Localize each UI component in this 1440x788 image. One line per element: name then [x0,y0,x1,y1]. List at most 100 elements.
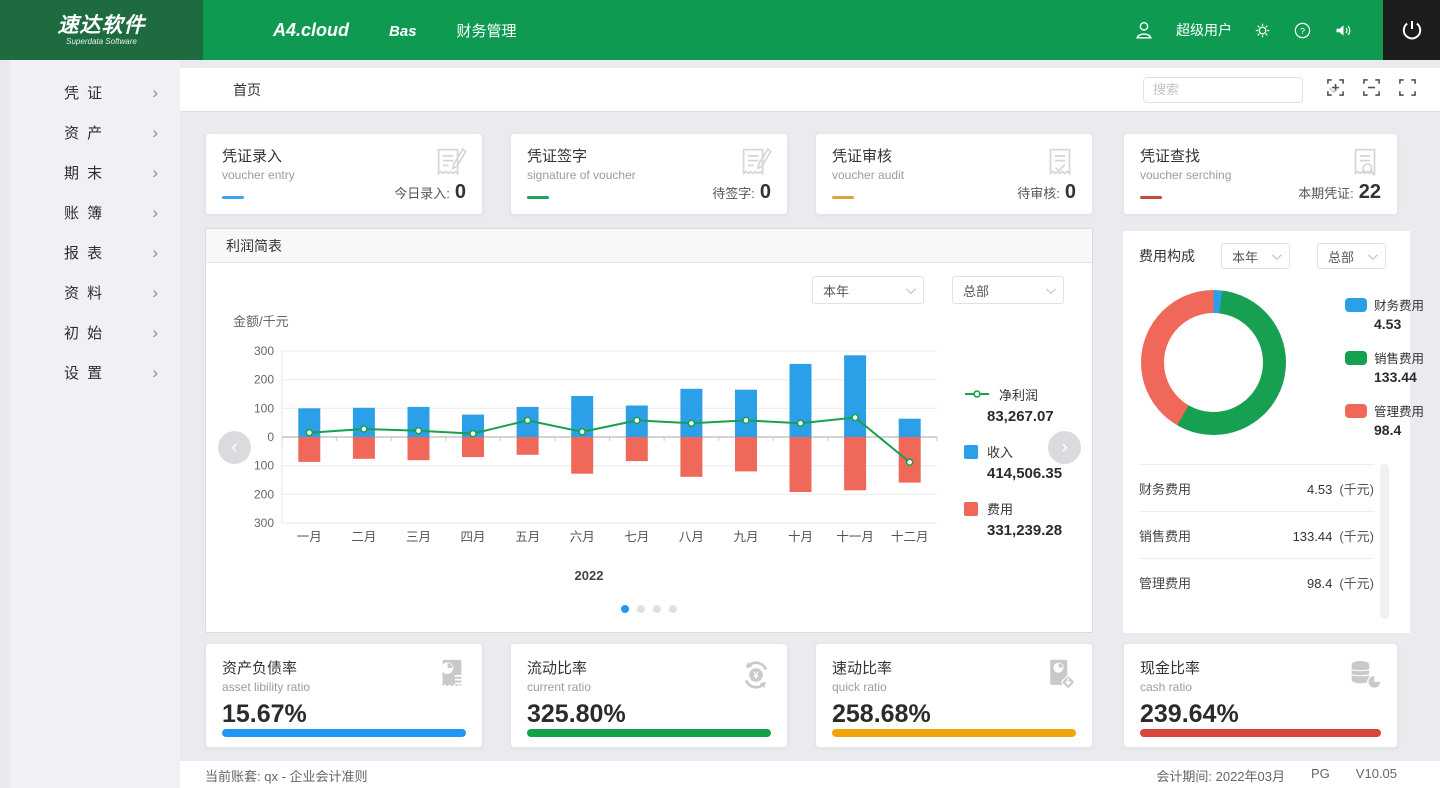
tabbar-tools [1143,77,1417,103]
profit-panel-title: 利润简表 [226,236,282,256]
pagination-dot[interactable] [653,605,661,613]
card-quick-ratio[interactable]: 速动比率 quick ratio 258.68% [815,643,1093,748]
sidebar-item-label: 账 簿 [64,202,104,223]
zoom-out-bracket-icon[interactable] [1362,78,1381,102]
expense-table: 财务费用4.53(千元) 销售费用133.44(千元) 管理费用98.4(千元) [1139,464,1374,605]
logo-subtitle: Superdata Software [66,37,137,46]
chart-pagination-dots[interactable] [206,605,1092,613]
search-input[interactable] [1153,82,1329,97]
period-select[interactable]: 本年 [812,276,924,304]
status-code: PG [1311,766,1330,785]
chevron-down-icon [1272,250,1282,260]
svg-text:三月: 三月 [406,530,431,544]
fullscreen-icon[interactable] [1398,78,1417,102]
table-row[interactable]: 销售费用133.44(千元) [1139,511,1374,558]
sidebar-item-settings[interactable]: 设 置› [10,352,180,392]
sidebar-item-assets[interactable]: 资 产› [10,112,180,152]
topbar-right: 超级用户 ? [1133,0,1440,60]
chevron-down-icon [1046,284,1056,294]
legend-expense: 费用 331,239.28 [964,499,1090,539]
scrollbar[interactable] [1380,464,1389,619]
profit-filters: 本年 总部 [812,276,1064,304]
chevron-right-icon: › [152,204,158,221]
chevron-down-icon [906,284,916,294]
sidebar-item-label: 初 始 [64,322,104,343]
sidebar-item-initial[interactable]: 初 始› [10,312,180,352]
nav-module-finance[interactable]: 财务管理 [457,20,517,41]
accent-dash [527,196,549,199]
nav-edition[interactable]: Bas [389,23,417,40]
chevron-right-icon: › [152,164,158,181]
search-box[interactable] [1143,77,1303,103]
expense-donut-chart [1141,290,1286,435]
org-select[interactable]: 总部 [952,276,1064,304]
settings-gear-icon[interactable] [1253,21,1272,40]
card-subtitle: voucher entry [222,168,466,182]
pagination-dot[interactable] [637,605,645,613]
tab-home[interactable]: 首页 [233,80,261,100]
legend-finance-expense: 财务费用 4.53 [1345,295,1435,332]
card-asset-liability-ratio[interactable]: 资产负债率 asset libility ratio 15.67% [205,643,483,748]
card-voucher-audit[interactable]: 凭证审核 voucher audit 待审核:0 [815,133,1093,215]
red-chip-icon [1345,404,1367,418]
card-title: 流动比率 [527,657,771,678]
expense-period-select[interactable]: 本年 [1221,243,1290,269]
sidebar-item-data[interactable]: 资 料› [10,272,180,312]
card-cash-ratio[interactable]: 现金比率 cash ratio 239.64% [1123,643,1398,748]
ratio-value: 325.80% [527,700,771,729]
ratio-value: 258.68% [832,700,1076,729]
next-page-button[interactable]: › [1048,431,1081,464]
card-title: 现金比率 [1140,657,1381,678]
ratio-value: 239.64% [1140,700,1381,729]
card-title: 凭证录入 [222,145,466,166]
svg-text:十一月: 十一月 [836,530,874,544]
legend-net-profit: 净利润 83,267.07 [964,385,1090,425]
document-pen-icon [736,145,774,186]
legend-admin-expense: 管理费用 98.4 [1345,401,1435,438]
card-voucher-entry[interactable]: 凭证录入 voucher entry 今日录入:0 [205,133,483,215]
expense-donut-wrap [1141,290,1286,435]
help-icon[interactable]: ? [1293,21,1312,40]
sidebar-item-account-books[interactable]: 账 簿 › [10,192,180,232]
sidebar-item-period-end[interactable]: 期 末› [10,152,180,192]
card-current-ratio[interactable]: 流动比率 current ratio 325.80% ¥ [510,643,788,748]
svg-text:二月: 二月 [351,530,376,544]
line-marker-icon [964,386,990,404]
card-voucher-signature[interactable]: 凭证签字 signature of voucher 待签字:0 [510,133,788,215]
logout-power-button[interactable] [1383,0,1440,60]
pagination-dot[interactable] [669,605,677,613]
progress-bar [1140,729,1381,737]
sidebar-item-label: 设 置 [64,362,104,383]
svg-text:十二月: 十二月 [891,530,929,544]
card-voucher-search[interactable]: 凭证查找 voucher serching 本期凭证:22 [1123,133,1398,215]
sound-icon[interactable] [1333,20,1354,41]
card-title: 资产负债率 [222,657,466,678]
document-check-icon [1041,145,1079,186]
progress-bar [527,729,771,737]
topbar: 速达软件 Superdata Software A4.cloud Bas 财务管… [0,0,1440,60]
pagination-dot[interactable] [621,605,629,613]
chevron-right-icon: › [152,124,158,141]
svg-text:十月: 十月 [788,530,813,544]
x-axis-year: 2022 [234,568,944,583]
progress-bar [222,729,466,737]
nav-product[interactable]: A4.cloud [273,20,349,41]
svg-text:八月: 八月 [679,530,704,544]
username[interactable]: 超级用户 [1176,20,1232,40]
table-row[interactable]: 管理费用98.4(千元) [1139,558,1374,605]
sidebar-item-reports[interactable]: 报 表› [10,232,180,272]
profit-bar-line-chart: 3002001000100200300一月二月三月四月五月六月七月八月九月十月十… [234,343,944,548]
expense-org-select[interactable]: 总部 [1317,243,1386,269]
profit-chart-body: 本年 总部 金额/千元 3002001000100200300一月二月三月四月五… [206,263,1092,632]
sidebar-item-label: 资 料 [64,282,104,303]
tab-bar: 首页 [180,68,1440,112]
sidebar-item-voucher[interactable]: 凭 证› [10,72,180,112]
table-row[interactable]: 财务费用4.53(千元) [1139,464,1374,511]
prev-page-button[interactable]: ‹ [218,431,251,464]
refresh-yuan-icon: ¥ [738,657,774,698]
card-subtitle: asset libility ratio [222,680,466,694]
user-icon[interactable] [1133,19,1155,41]
svg-text:七月: 七月 [624,530,649,544]
profit-panel: 利润简表 本年 总部 金额/千元 3002001000100200300一月二月… [205,228,1093,633]
card-title: 凭证审核 [832,145,1076,166]
